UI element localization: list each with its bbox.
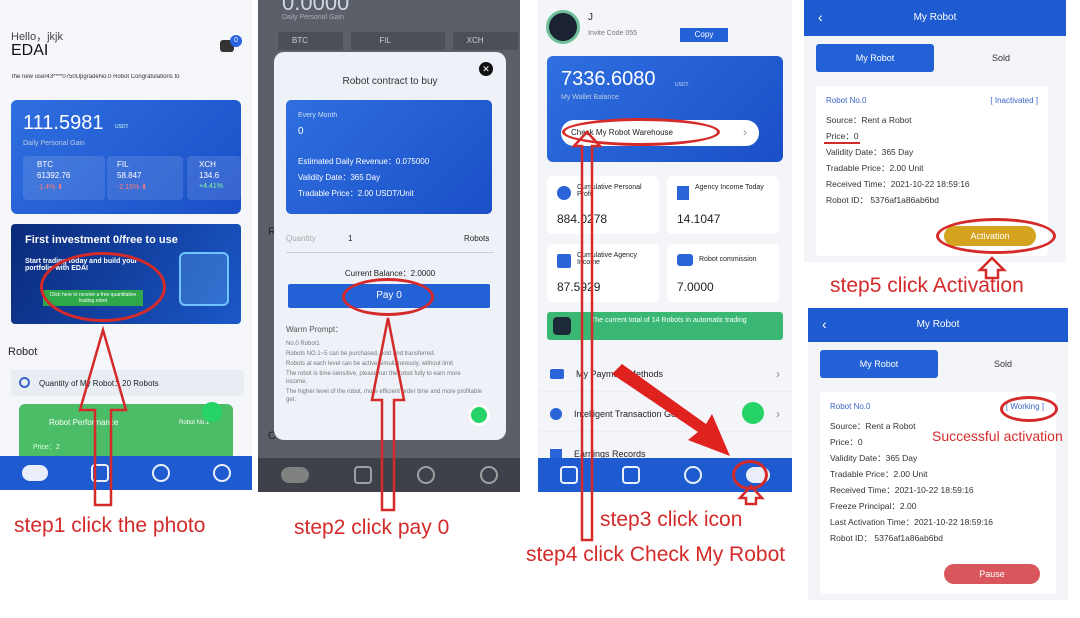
success-label: Successful activation — [932, 428, 1063, 444]
arrow-step3 — [737, 484, 765, 506]
step4-label: step4 click Check My Robot — [526, 543, 786, 566]
arrow-step2 — [370, 317, 406, 512]
arrow-step4 — [571, 130, 603, 542]
step3-label: step3 click icon — [600, 508, 743, 531]
step5-label: step5 click Activation — [830, 274, 1024, 297]
arrow-step3-pointer — [612, 364, 730, 456]
step1-label: step1 click the photo — [14, 514, 206, 537]
arrow-step1 — [78, 325, 128, 507]
step2-label: step2 click pay 0 — [294, 516, 450, 539]
